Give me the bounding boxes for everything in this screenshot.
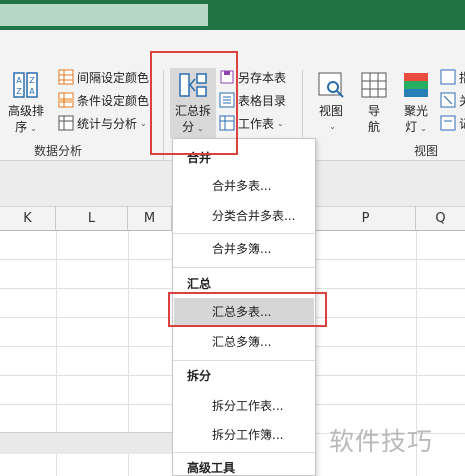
column-header-m[interactable]: M [128,207,172,231]
view-caret: ⌄ [329,122,336,131]
worksheet-label: 工作表 [238,116,275,131]
extra-close-icon [440,92,456,108]
menu-item-split-workbook[interactable]: 拆分工作簿... [174,421,314,449]
stats-icon [58,115,74,131]
grid-color-icon [58,69,74,85]
view-magnifier-icon [318,72,344,98]
menu-separator [173,452,315,453]
advanced-sort-label-2: 序 ⌄ [15,120,37,134]
advanced-sort-button[interactable]: A Z Z A 高级排 序 ⌄ [4,70,48,137]
merge-split-label-2: 分 ⌄ [182,120,204,134]
merge-split-dropdown-menu: 合并 合并多表... 分类合并多表... 合并多簿... 汇总 汇总多表... … [172,138,316,476]
spotlight-label-2: 灯 ⌄ [405,120,427,134]
table-toc-label: 表格目录 [238,93,287,108]
extra-button-2[interactable]: 关 [440,90,465,110]
menu-item-summary-workbooks[interactable]: 汇总多簿... [174,328,314,356]
table-toc-icon [219,92,235,108]
condition-color-label: 条件设定颜色 [77,93,150,108]
navigate-button[interactable]: 导 航 [356,70,392,135]
stats-analysis-button[interactable]: 统计与分析 ⌄ [58,113,147,133]
menu-item-merge-workbooks[interactable]: 合并多簿... [174,235,314,263]
title-bar [0,0,465,30]
menu-header-split: 拆分 [187,369,212,383]
worksheet-button[interactable]: 工作表 ⌄ [219,113,284,133]
save-copy-icon [220,70,234,84]
menu-header-advanced-tools: 高级工具 [187,461,236,475]
extra-note-icon [440,115,456,131]
menu-separator [173,267,315,268]
save-copy-button[interactable]: 另存本表 [219,67,286,87]
worksheet-icon [219,115,235,131]
spotlight-button[interactable]: 聚光 灯 ⌄ [398,70,434,137]
navigate-label-2: 航 [367,120,380,134]
save-copy-label: 另存本表 [238,70,287,85]
advanced-sort-label-1: 高级排 [7,104,44,118]
menu-item-summary-sheets[interactable]: 汇总多表... [174,298,314,326]
watermark-text: 软件技巧 [329,427,434,456]
column-header-q[interactable]: Q [416,207,465,231]
view-label: 视图 [318,104,343,118]
view-group-label: 视图 [414,144,439,158]
svg-text:A: A [29,87,35,96]
interval-color-label: 间隔设定颜色 [77,70,150,85]
svg-text:A: A [16,76,22,85]
condition-color-button[interactable]: 条件设定颜色 [58,90,149,110]
menu-separator [173,233,315,234]
table-toc-button[interactable]: 表格目录 [219,90,286,110]
extra-button-3[interactable]: 记 [440,113,465,133]
extra-button-1[interactable]: 指 [440,67,465,87]
stats-analysis-label: 统计与分析 [77,116,138,131]
grid-condition-icon [58,92,74,108]
navigate-label-1: 导 [367,104,380,118]
sort-az-icon: A Z Z A [13,72,38,98]
spotlight-label-1: 聚光 [403,104,428,118]
extra-label-1: 指 [459,69,465,86]
title-search-box[interactable] [0,4,208,26]
column-header-k[interactable]: K [0,207,56,231]
interval-color-button[interactable]: 间隔设定颜色 [58,67,149,87]
extra-label-3: 记 [459,115,465,132]
menu-item-merge-sheets[interactable]: 合并多表... [174,172,314,200]
grid-navigate-icon [361,72,387,98]
spotlight-icon [404,73,428,97]
extra-grid-icon [440,69,456,85]
column-header-p[interactable]: P [316,207,416,231]
column-header-l[interactable]: L [56,207,128,231]
menu-header-merge: 合并 [187,151,212,165]
svg-text:Z: Z [29,76,35,85]
merge-split-icon [179,73,207,97]
menu-header-summary: 汇总 [187,277,212,291]
menu-item-category-merge-sheets[interactable]: 分类合并多表... [174,202,314,230]
view-button[interactable]: 视图 ⌄ [312,70,350,135]
sheet-tab-bar[interactable] [0,432,172,454]
merge-split-label-1: 汇总拆 [174,104,211,118]
menu-item-split-worksheet[interactable]: 拆分工作表... [174,392,314,420]
extra-label-2: 关 [459,92,465,109]
svg-text:Z: Z [16,87,22,96]
data-analysis-group-label: 数据分析 [34,144,83,158]
menu-separator [173,360,315,361]
merge-split-button[interactable]: 汇总拆 分 ⌄ [170,68,216,138]
